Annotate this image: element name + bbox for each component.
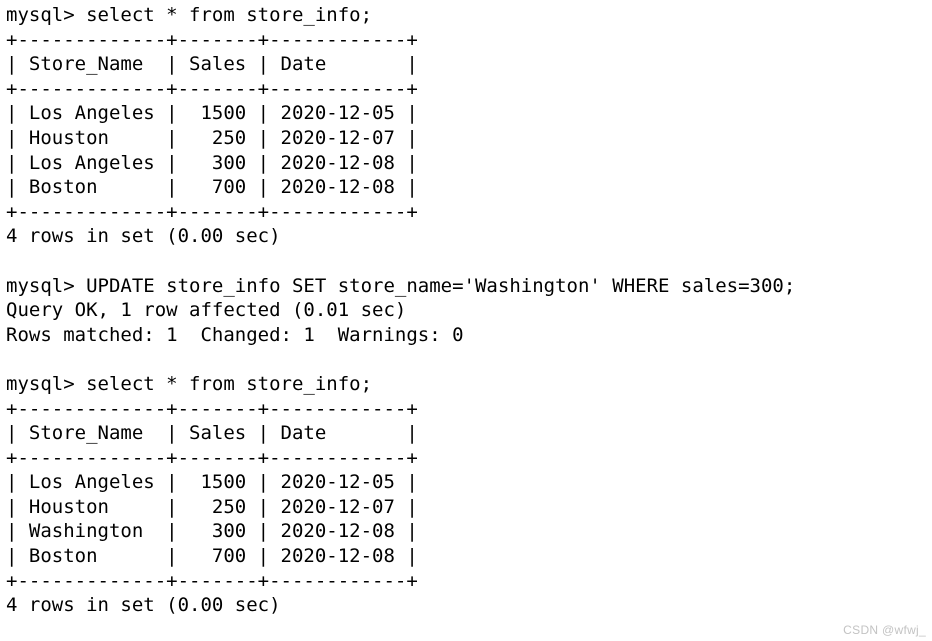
terminal-line-status-2: 4 rows in set (0.00 sec) (6, 594, 281, 617)
terminal-line-status-update-2: Rows matched: 1 Changed: 1 Warnings: 0 (6, 323, 464, 346)
terminal-line-row-2-4: | Boston | 700 | 2020-12-08 | (6, 545, 418, 568)
terminal-line-row-2-2: | Houston | 250 | 2020-12-07 | (6, 495, 418, 518)
terminal-line-blank-1 (6, 249, 926, 274)
terminal-line-row-1-2: | Houston | 250 | 2020-12-07 | (6, 126, 418, 149)
terminal-line-rule-mid-2: +-------------+-------+------------+ (6, 446, 418, 469)
terminal-line-cmd-select-1: mysql> select * from store_info; (6, 4, 373, 26)
terminal-line-rule-bot-2: +-------------+-------+------------+ (6, 569, 418, 592)
terminal-line-header-2: | Store_Name | Sales | Date | (6, 422, 418, 445)
terminal-line-rule-bot-1: +-------------+-------+------------+ (6, 200, 418, 223)
terminal-line-cmd-update: mysql> UPDATE store_info SET store_name=… (6, 274, 796, 297)
terminal-line-blank-2 (6, 347, 926, 372)
terminal-output[interactable]: mysql> select * from store_info; +-------… (6, 3, 926, 618)
terminal-line-row-2-1: | Los Angeles | 1500 | 2020-12-05 | (6, 471, 418, 494)
terminal-line-cmd-select-2: mysql> select * from store_info; (6, 372, 373, 395)
terminal-line-header-1: | Store_Name | Sales | Date | (6, 53, 418, 76)
terminal-line-rule-top-2: +-------------+-------+------------+ (6, 397, 418, 420)
terminal-line-row-1-1: | Los Angeles | 1500 | 2020-12-05 | (6, 102, 418, 125)
csdn-watermark: CSDN @wfwj_ (843, 623, 926, 637)
terminal-line-status-update-1: Query OK, 1 row affected (0.01 sec) (6, 299, 407, 322)
terminal-line-status-1: 4 rows in set (0.00 sec) (6, 225, 281, 248)
terminal-line-row-2-3: | Washington | 300 | 2020-12-08 | (6, 520, 418, 543)
terminal-line-rule-top-1: +-------------+-------+------------+ (6, 28, 418, 51)
terminal-line-row-1-4: | Boston | 700 | 2020-12-08 | (6, 176, 418, 199)
terminal-line-row-1-3: | Los Angeles | 300 | 2020-12-08 | (6, 151, 418, 174)
terminal-line-rule-mid-1: +-------------+-------+------------+ (6, 77, 418, 100)
